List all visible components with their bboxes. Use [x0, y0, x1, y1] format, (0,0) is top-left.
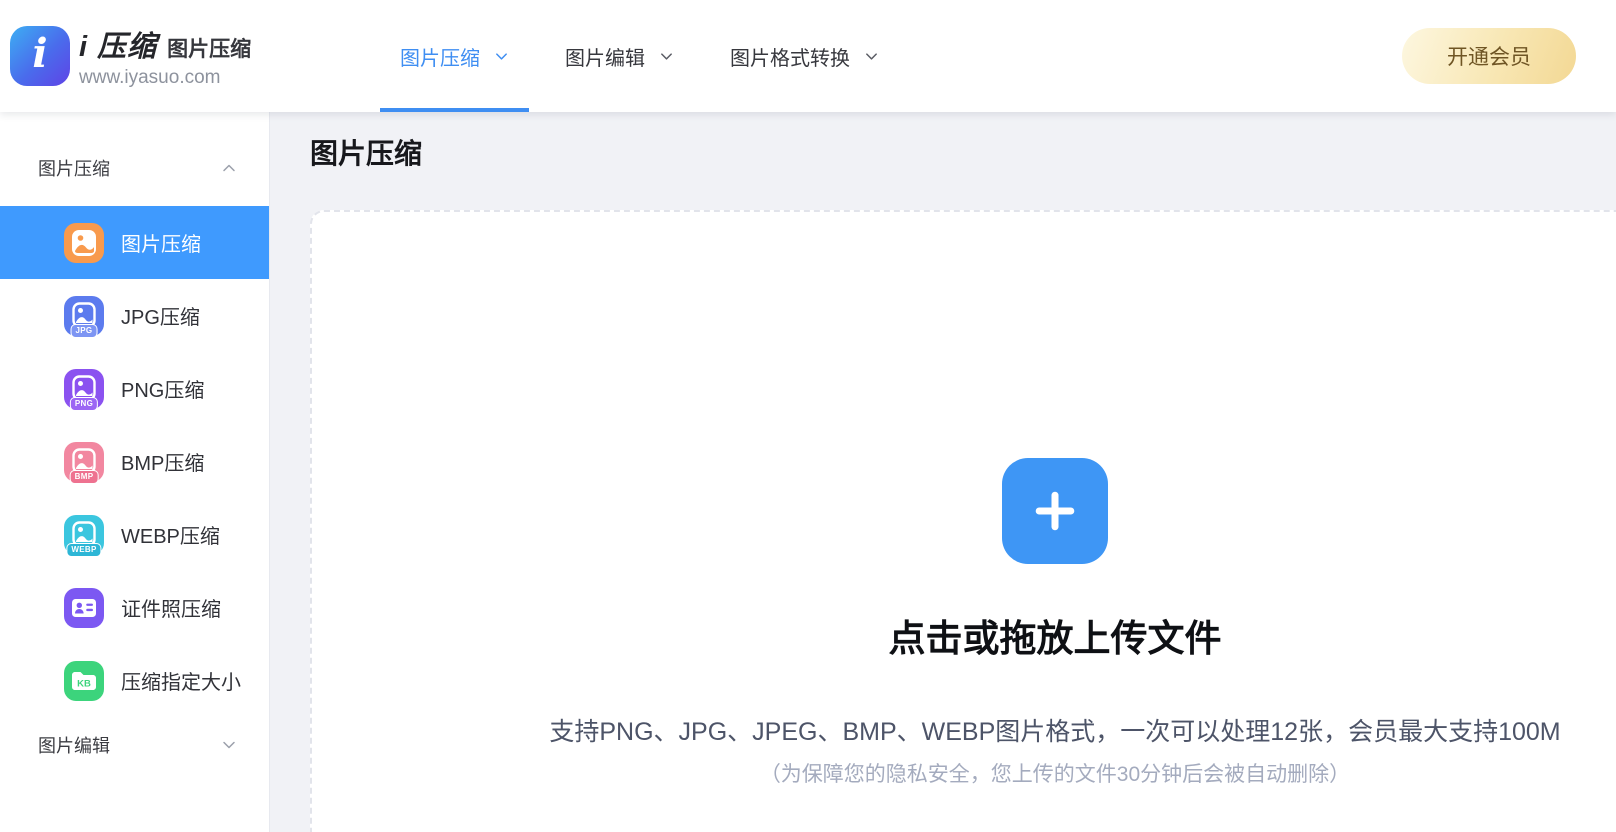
sidebar-item-png-compress[interactable]: PNG PNG压缩 — [0, 352, 269, 425]
format-badge: PNG — [69, 396, 99, 411]
sidebar-item-id-photo-compress[interactable]: 证件照压缩 — [0, 571, 269, 644]
main-content: 图片压缩 点击或拖放上传文件 支持PNG、JPG、JPEG、BMP、WEBP图片… — [270, 112, 1616, 832]
compress-to-size-icon: KB — [64, 660, 104, 701]
section-label: 图片压缩 — [38, 159, 110, 179]
main-nav: 图片压缩 图片编辑 图片格式转换 — [372, 0, 907, 112]
logo-i-glyph: i — [32, 30, 48, 77]
chevron-up-icon — [221, 160, 237, 176]
open-vip-button[interactable]: 开通会员 — [1402, 28, 1576, 84]
png-compress-icon: PNG — [64, 368, 104, 411]
section-label: 图片编辑 — [38, 736, 110, 756]
sidebar-item-label: JPG压缩 — [121, 307, 200, 329]
sidebar-item-label: BMP压缩 — [121, 453, 205, 475]
chevron-down-icon — [659, 49, 674, 64]
format-badge: BMP — [69, 469, 99, 484]
webp-compress-icon: WEBP — [64, 514, 104, 557]
sidebar-section-image-compress[interactable]: 图片压缩 — [0, 140, 269, 196]
image-compress-icon — [64, 222, 104, 263]
brand-url: www.iyasuo.com — [79, 67, 221, 88]
nav-tab-image-compress[interactable]: 图片压缩 — [372, 0, 537, 112]
chevron-down-icon — [221, 737, 237, 753]
sidebar-item-label: 证件照压缩 — [121, 599, 221, 621]
logo-text: i 压缩 图片压缩 www.iyasuo.com — [79, 23, 251, 89]
nav-tab-label: 图片压缩 — [400, 47, 480, 70]
sidebar: 图片压缩 图片压缩 JPG JPG压缩 PNG PNG压缩 BMP BMP压缩 … — [0, 112, 270, 832]
sidebar-item-compress-to-size[interactable]: KB 压缩指定大小 — [0, 644, 269, 717]
sidebar-items: 图片压缩 JPG JPG压缩 PNG PNG压缩 BMP BMP压缩 WEBP … — [0, 206, 269, 717]
sidebar-item-bmp-compress[interactable]: BMP BMP压缩 — [0, 425, 269, 498]
format-badge: WEBP — [66, 542, 102, 557]
nav-tab-label: 图片编辑 — [565, 47, 645, 70]
nav-tab-image-edit[interactable]: 图片编辑 — [537, 0, 702, 112]
add-files-button[interactable] — [1002, 458, 1108, 564]
chevron-down-icon — [494, 49, 509, 64]
header: i i 压缩 图片压缩 www.iyasuo.com 图片压缩 图片编辑 图片格… — [0, 0, 1616, 112]
sidebar-item-label: PNG压缩 — [121, 380, 205, 402]
sidebar-item-webp-compress[interactable]: WEBP WEBP压缩 — [0, 498, 269, 571]
upload-privacy-text: （为保障您的隐私安全，您上传的文件30分钟后会被自动删除） — [759, 763, 1351, 786]
sidebar-item-label: 图片压缩 — [121, 234, 201, 256]
sidebar-item-label: 压缩指定大小 — [121, 672, 241, 694]
brand-logo-icon: i — [10, 26, 70, 86]
sidebar-item-jpg-compress[interactable]: JPG JPG压缩 — [0, 279, 269, 352]
sidebar-section-image-edit[interactable]: 图片编辑 — [0, 717, 269, 773]
chevron-down-icon — [864, 49, 879, 64]
brand-tagline: 图片压缩 — [167, 38, 252, 61]
nav-tab-label: 图片格式转换 — [730, 47, 850, 70]
nav-tab-format-convert[interactable]: 图片格式转换 — [702, 0, 907, 112]
jpg-compress-icon: JPG — [64, 295, 104, 338]
logo[interactable]: i i 压缩 图片压缩 www.iyasuo.com — [10, 23, 282, 89]
svg-text:KB: KB — [77, 678, 91, 689]
sidebar-item-label: WEBP压缩 — [121, 526, 220, 548]
plus-icon — [1024, 480, 1086, 542]
upload-dropzone[interactable]: 点击或拖放上传文件 支持PNG、JPG、JPEG、BMP、WEBP图片格式，一次… — [310, 210, 1616, 832]
bmp-compress-icon: BMP — [64, 441, 104, 484]
upload-support-text: 支持PNG、JPG、JPEG、BMP、WEBP图片格式，一次可以处理12张，会员… — [549, 718, 1561, 746]
format-badge: JPG — [70, 323, 98, 338]
id-photo-compress-icon — [64, 587, 104, 628]
page-title: 图片压缩 — [310, 138, 423, 169]
sidebar-item-image-compress[interactable]: 图片压缩 — [0, 206, 269, 279]
brand-name: i 压缩 — [79, 31, 158, 63]
upload-title: 点击或拖放上传文件 — [888, 618, 1222, 659]
